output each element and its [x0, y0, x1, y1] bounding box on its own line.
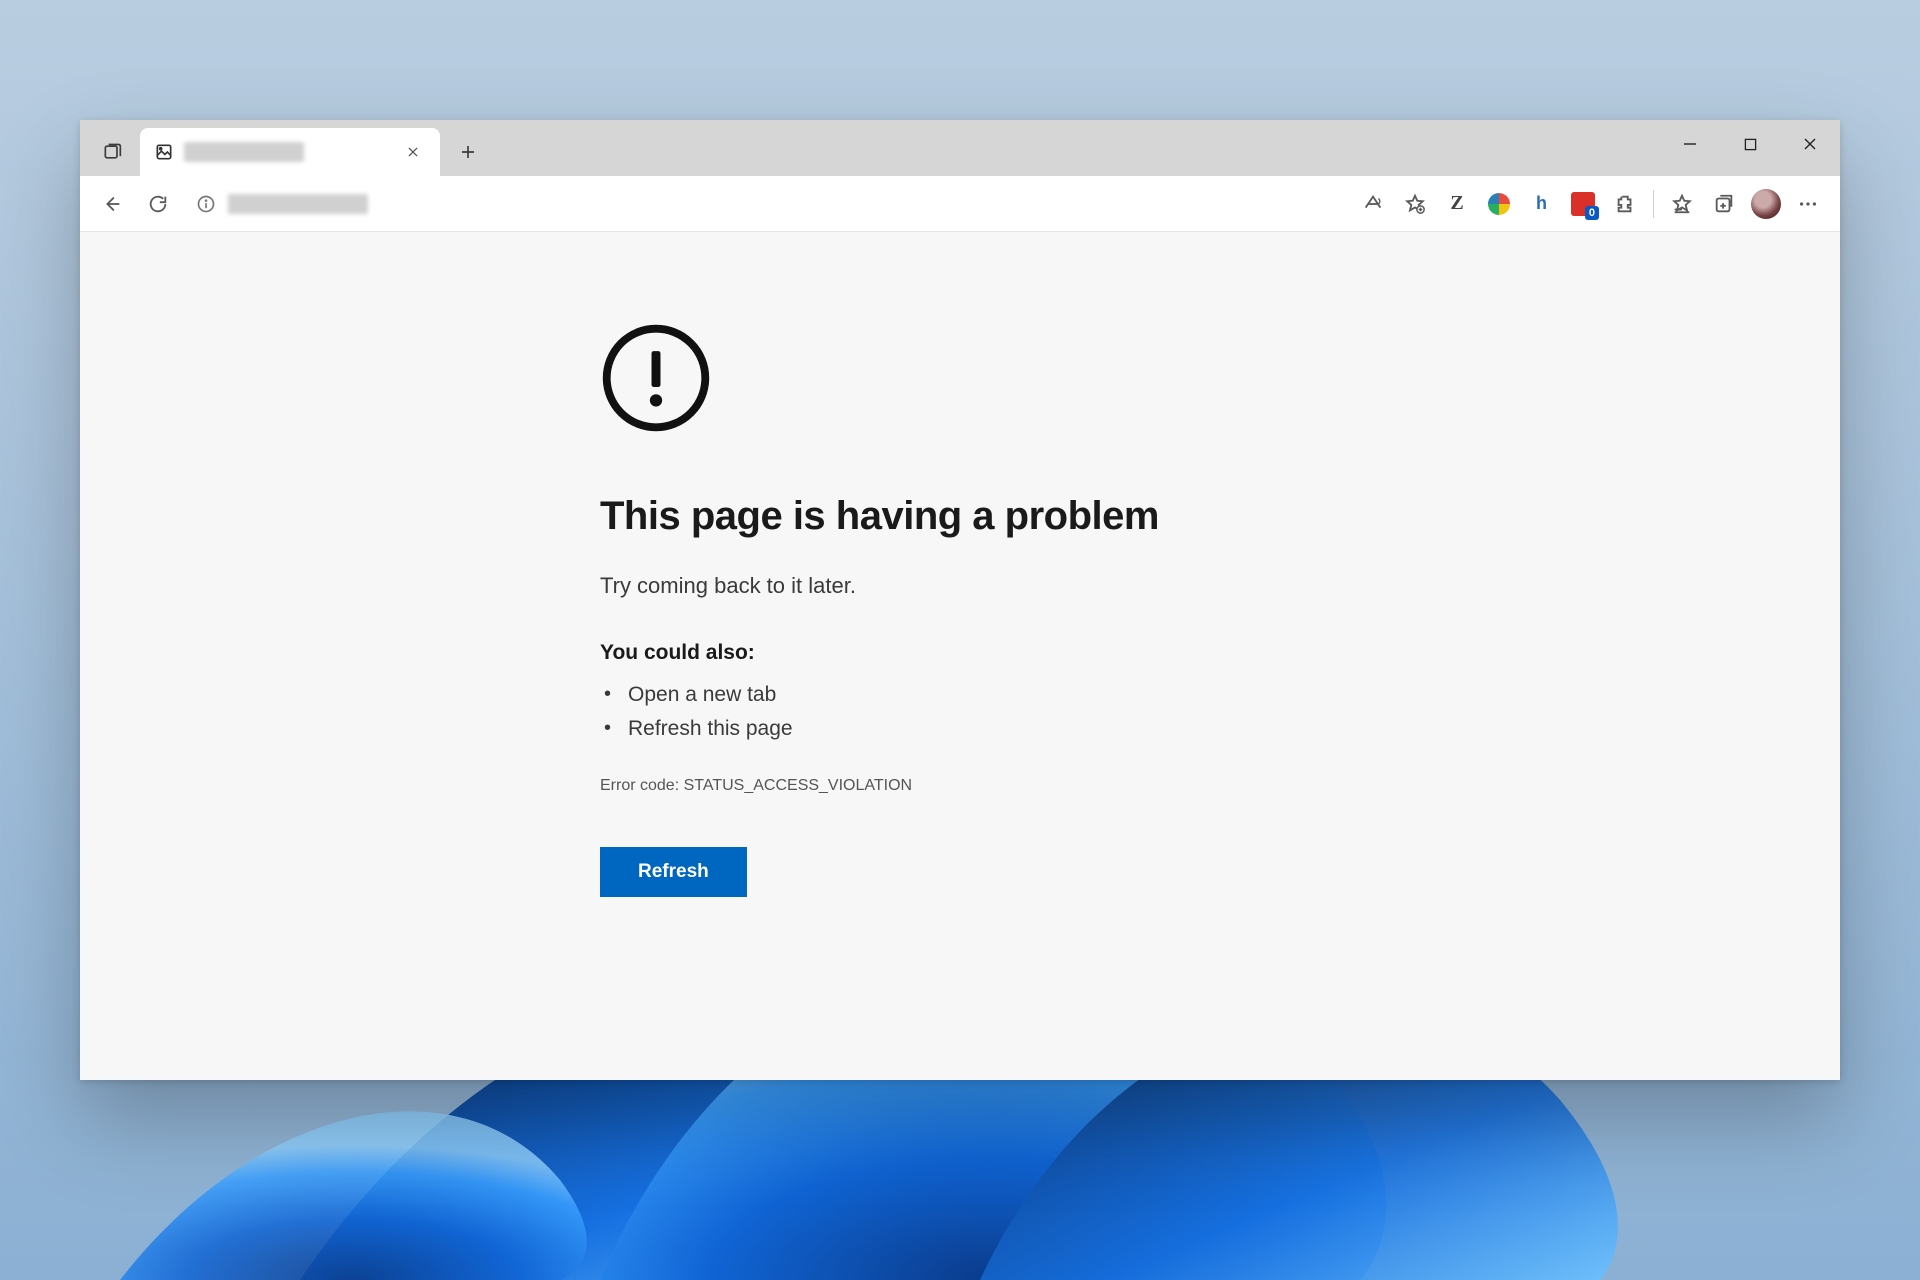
extension-shield-button[interactable] [1563, 184, 1603, 224]
error-suggestion-item: Open a new tab [600, 683, 1320, 707]
new-tab-button[interactable] [446, 130, 490, 174]
h-icon: h [1536, 193, 1546, 214]
close-tab-button[interactable] [400, 139, 426, 165]
extension-h-button[interactable]: h [1521, 184, 1561, 224]
globe-color-icon [1488, 193, 1510, 215]
favorites-button[interactable] [1662, 184, 1702, 224]
url-redacted [228, 194, 368, 214]
browser-tab-active[interactable] [140, 128, 440, 176]
maximize-button[interactable] [1720, 120, 1780, 168]
error-suggestions: Open a new tab Refresh this page [600, 683, 1320, 741]
address-bar[interactable] [184, 184, 1347, 224]
extensions-button[interactable] [1605, 184, 1645, 224]
separator [1653, 190, 1654, 218]
site-info-icon[interactable] [196, 194, 216, 214]
error-suggestion-item: Refresh this page [600, 717, 1320, 741]
error-heading: This page is having a problem [600, 494, 1320, 539]
close-window-button[interactable] [1780, 120, 1840, 168]
error-container: This page is having a problem Try coming… [600, 322, 1320, 1080]
collections-button[interactable] [1704, 184, 1744, 224]
window-controls [1660, 120, 1840, 168]
error-subtext: Try coming back to it later. [600, 573, 1320, 599]
tab-title-redacted [184, 142, 304, 162]
back-button[interactable] [92, 184, 132, 224]
extension-color-button[interactable] [1479, 184, 1519, 224]
error-exclamation-icon [600, 322, 1320, 434]
page-viewport: This page is having a problem Try coming… [80, 232, 1840, 1080]
add-favorite-button[interactable] [1395, 184, 1435, 224]
refresh-button[interactable]: Refresh [600, 847, 747, 897]
minimize-button[interactable] [1660, 120, 1720, 168]
shield-icon [1571, 192, 1595, 216]
toolbar-right: Z h [1353, 184, 1828, 224]
reload-button[interactable] [138, 184, 178, 224]
tab-strip [80, 120, 1840, 176]
extension-z-button[interactable]: Z [1437, 184, 1477, 224]
error-code: Error code: STATUS_ACCESS_VIOLATION [600, 777, 1320, 795]
page-warning-icon [154, 142, 174, 162]
read-aloud-button[interactable] [1353, 184, 1393, 224]
avatar-icon [1751, 189, 1781, 219]
more-menu-button[interactable] [1788, 184, 1828, 224]
profile-avatar[interactable] [1746, 184, 1786, 224]
browser-window: Z h [80, 120, 1840, 1080]
error-also-heading: You could also: [600, 641, 1320, 665]
tab-actions-button[interactable] [88, 128, 136, 176]
toolbar: Z h [80, 176, 1840, 232]
